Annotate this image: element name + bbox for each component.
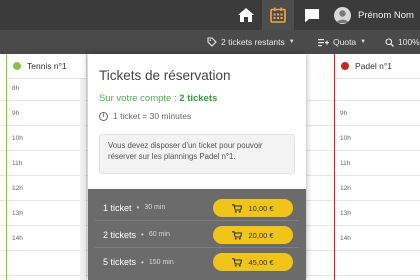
column-title: Tennis n°1 [27,61,67,71]
ticket-info: i 1 ticket = 30 minutes [99,111,191,121]
chevron-down-icon: ▼ [288,39,295,45]
ticket-offer: 2 tickets • 60 min 20,00 € [95,222,299,248]
ticket-offer: 5 tickets • 150 min 45,00 € [95,249,299,275]
offer-quantity: 5 tickets [103,257,137,267]
column-title: Padel n°1 [355,61,392,71]
chat-icon [305,8,319,22]
offer-duration: 150 min [148,258,174,266]
column-scrollbar[interactable] [80,79,85,280]
tickets-popup: Tickets de réservation Sur votre compte … [88,54,306,280]
status-dot-icon [341,62,349,70]
hour-label: 9h [12,110,20,117]
offer-duration: 60 min [148,231,170,238]
info-icon: i [99,111,108,121]
zoom-icon [385,37,394,47]
column-header-padel[interactable]: Padel n°1 [335,54,420,79]
tickets-dropdown[interactable]: 2 tickets restants ▼ [207,30,295,54]
calendar-icon [270,7,286,23]
hour-label: 12h [340,185,351,192]
zoom-level: 100% [398,37,420,47]
buy-button[interactable]: 20,00 € [213,226,293,244]
home-icon [238,8,254,22]
planning-toolbar: 2 tickets restants ▼ Quota ▼ 100% [0,30,420,54]
hour-label: 13h [340,210,351,217]
ticket-offers: 1 ticket • 30 min 10,00 € 2 tickets • 60… [88,189,306,280]
chevron-down-icon: ▼ [360,39,367,45]
zoom-control[interactable]: 100% [385,30,420,54]
avatar [334,6,351,24]
hour-label: 10h [12,135,23,142]
padel-column-border [334,54,335,280]
top-navigation-bar: Prénom Nom [0,0,420,30]
hour-label: 8h [12,85,20,92]
hour-label: 11h [12,160,23,167]
cart-icon [232,230,243,240]
tickets-remaining-label: 2 tickets restants [221,37,285,47]
hour-label: 9h [340,110,348,117]
hour-label: 12h [12,185,23,192]
column-divider [86,54,87,280]
hour-label: 13h [12,210,23,217]
offer-quantity: 2 tickets [103,229,137,240]
quota-dropdown[interactable]: Quota ▼ [318,30,366,54]
offer-price: 10,00 € [248,203,274,213]
offer-duration: 30 min [144,204,166,211]
hour-label: 10h [340,135,351,142]
calendar-button[interactable] [262,0,294,30]
user-menu[interactable]: Prénom Nom [330,0,420,30]
status-dot-icon [13,62,21,70]
user-icon [336,9,349,23]
bullet-separator: • [141,230,144,239]
offer-price: 20,00 € [248,230,274,240]
bullet-separator: • [136,203,140,212]
user-name: Prénom Nom [358,9,414,21]
popup-title: Tickets de réservation [99,68,231,83]
offer-quantity: 1 ticket [103,202,132,213]
tag-icon [207,37,217,47]
column-header-tennis[interactable]: Tennis n°1 [7,54,86,79]
offer-price: 45,00 € [248,257,274,267]
cart-icon [232,203,243,213]
bullet-separator: • [141,257,144,267]
account-balance: Sur votre compte : 2 tickets [99,93,217,104]
tennis-column-border [6,54,7,280]
home-button[interactable] [232,0,260,30]
buy-button[interactable]: 10,00 € [213,199,293,217]
quota-label: Quota [333,37,357,47]
hour-label: 11h [340,160,351,167]
ticket-requirement-note: Vous devez disposer d'un ticket pour pou… [99,134,295,174]
account-prefix: Sur votre compte : [99,93,180,104]
ticket-offer: 1 ticket • 30 min 10,00 € [95,195,299,221]
messages-button[interactable] [298,0,326,30]
account-ticket-count: 2 tickets [179,93,218,104]
ticket-info-text: 1 ticket = 30 minutes [113,111,192,121]
cart-icon [232,257,243,267]
hour-label: 14h [340,235,351,242]
list-add-icon [318,38,329,46]
hour-label: 14h [12,235,23,242]
buy-button[interactable]: 45,00 € [213,253,293,271]
